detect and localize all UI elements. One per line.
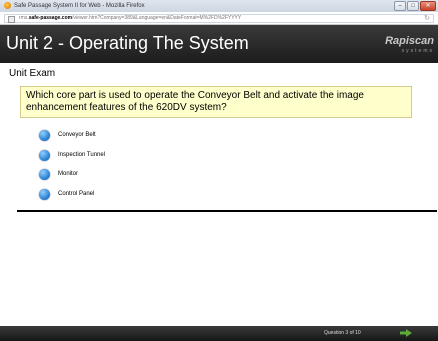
window-titlebar: Safe Passage System II for Web - Mozilla… xyxy=(0,0,438,12)
course-header: Unit 2 - Operating The System Rapiscan s… xyxy=(0,25,438,63)
answer-option[interactable]: Conveyor Belt xyxy=(39,129,239,141)
address-bar: rms.safe-passage.com/viewer.htm?Company=… xyxy=(0,12,438,25)
window-title: Safe Passage System II for Web - Mozilla… xyxy=(14,3,145,9)
page-title: Unit 2 - Operating The System xyxy=(6,33,249,53)
option-label[interactable]: Control Panel xyxy=(58,191,94,197)
close-button[interactable]: ✕ xyxy=(420,1,436,11)
answer-option[interactable]: Inspection Tunnel xyxy=(39,149,239,161)
url-path: /viewer.htm?Company=389&Language=en&Date… xyxy=(72,15,242,21)
url-prefix: rms. xyxy=(19,15,29,21)
window-controls: – □ ✕ xyxy=(394,1,436,11)
maximize-button[interactable]: □ xyxy=(407,1,419,11)
radio-bullet-icon[interactable] xyxy=(39,188,50,200)
url-text: rms.safe-passage.com/viewer.htm?Company=… xyxy=(19,15,241,22)
minimize-button[interactable]: – xyxy=(394,1,406,11)
reload-icon[interactable]: ↻ xyxy=(424,14,430,22)
section-heading: Unit Exam xyxy=(9,68,56,79)
rapiscan-logo-sub: systems xyxy=(401,48,434,54)
arrow-right-icon[interactable] xyxy=(400,329,412,337)
radio-bullet-icon[interactable] xyxy=(39,149,50,161)
option-label[interactable]: Inspection Tunnel xyxy=(58,152,105,158)
footer-bar: Question 3 of 10 xyxy=(0,326,438,341)
question-text: Which core part is used to operate the C… xyxy=(26,90,364,113)
firefox-icon xyxy=(4,2,11,9)
answer-option[interactable]: Monitor xyxy=(39,168,239,180)
rapiscan-logo: Rapiscan xyxy=(385,35,434,47)
question-box: Which core part is used to operate the C… xyxy=(20,86,412,118)
url-field[interactable]: rms.safe-passage.com/viewer.htm?Company=… xyxy=(4,14,434,23)
answer-option[interactable]: Control Panel xyxy=(39,188,239,200)
question-counter: Question 3 of 10 xyxy=(324,330,361,336)
radio-bullet-icon[interactable] xyxy=(39,129,50,141)
radio-bullet-icon[interactable] xyxy=(39,168,50,180)
option-label[interactable]: Conveyor Belt xyxy=(58,132,96,138)
option-label[interactable]: Monitor xyxy=(58,171,78,177)
divider xyxy=(17,210,437,212)
page-icon xyxy=(8,16,15,23)
url-host: safe-passage.com xyxy=(28,15,73,21)
